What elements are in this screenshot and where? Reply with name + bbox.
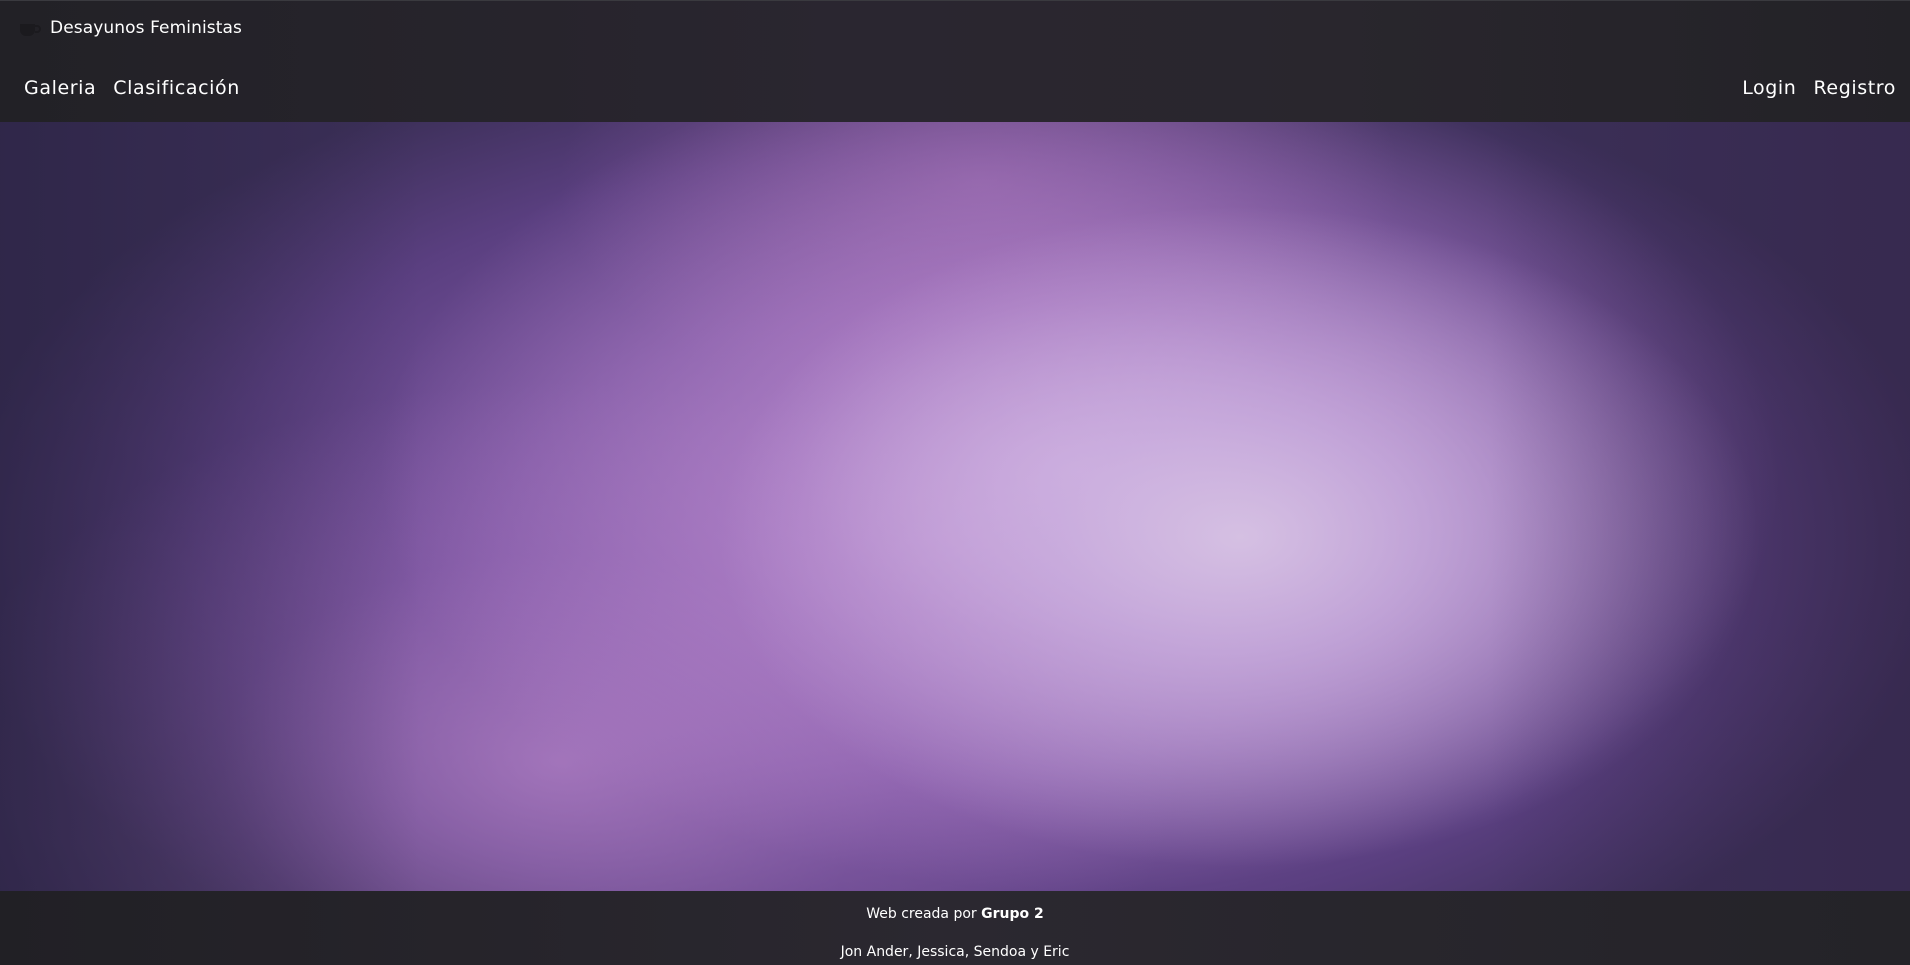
footer-authors: Jon Ander, Jessica, Sendoa y Eric: [840, 944, 1070, 960]
nav-link-galeria[interactable]: Galeria: [24, 77, 96, 99]
top-navbar: Desayunos Feministas Galeria Clasificaci…: [0, 0, 1910, 122]
footer: Web creada por Grupo 2 Jon Ander, Jessic…: [0, 891, 1910, 965]
nav-link-registro[interactable]: Registro: [1813, 77, 1896, 99]
nav-link-clasificacion[interactable]: Clasificación: [113, 77, 240, 99]
nav-left: Galeria Clasificación: [24, 77, 257, 99]
nav-link-login[interactable]: Login: [1742, 77, 1796, 99]
brand-title[interactable]: Desayunos Feministas: [50, 18, 242, 38]
footer-credit-group: Grupo 2: [981, 906, 1044, 922]
footer-credit-prefix: Web creada por: [866, 906, 977, 922]
brand[interactable]: Desayunos Feministas: [17, 17, 242, 39]
hero-background: [0, 122, 1910, 891]
footer-credit: Web creada por Grupo 2: [0, 906, 1910, 922]
nav-right: Login Registro: [1725, 77, 1896, 99]
page: Desayunos Feministas Galeria Clasificaci…: [0, 0, 1910, 965]
coffee-cup-icon: [17, 19, 43, 37]
